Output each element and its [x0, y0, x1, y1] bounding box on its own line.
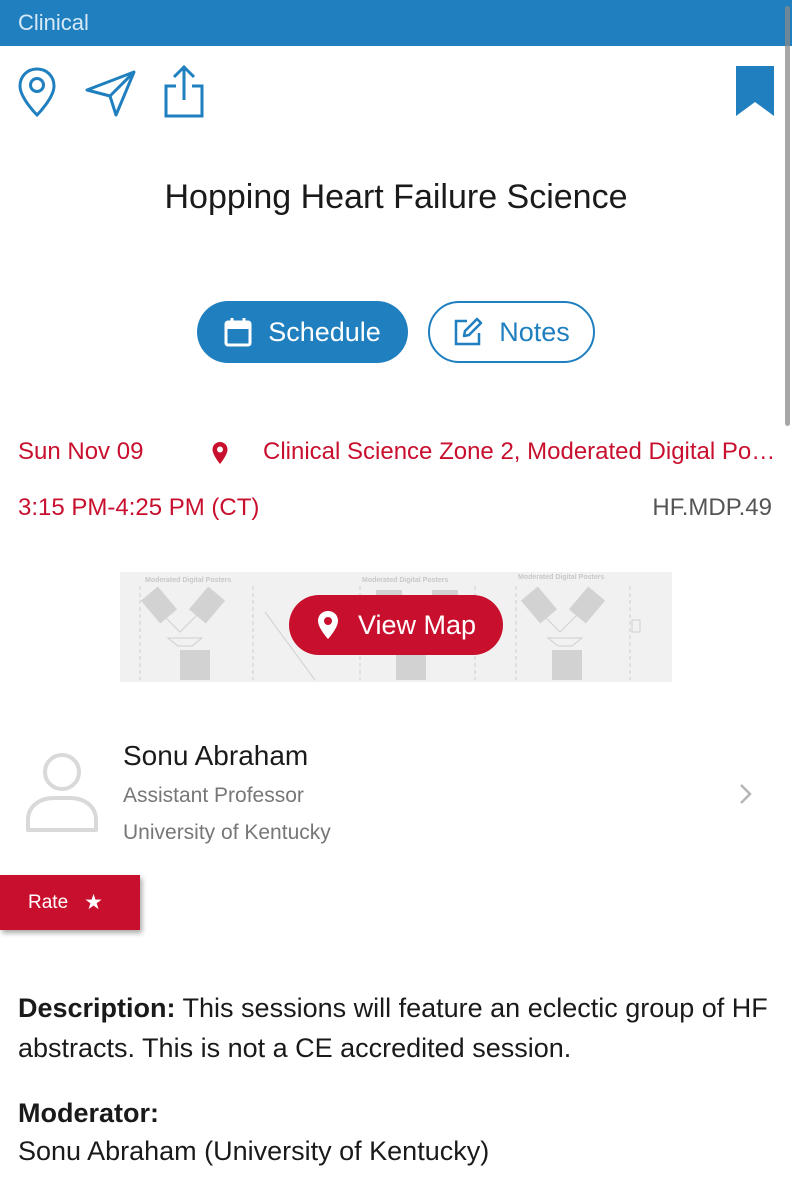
category-header-bar: Clinical — [0, 0, 792, 46]
schedule-label: Schedule — [268, 316, 381, 347]
session-code: HF.MDP.49 — [652, 494, 772, 521]
speaker-name: Sonu Abraham — [123, 740, 309, 771]
notes-button[interactable]: Notes — [428, 301, 595, 363]
map-pin-icon — [317, 611, 338, 639]
category-label: Clinical — [18, 10, 89, 35]
location-icon[interactable] — [16, 66, 58, 118]
schedule-button[interactable]: Schedule — [197, 301, 408, 363]
notes-label: Notes — [499, 316, 570, 347]
view-map-button[interactable]: View Map — [289, 595, 503, 655]
location-pin-icon — [211, 441, 229, 465]
calendar-icon — [224, 318, 252, 347]
map-zone-label: Moderated Digital Posters — [145, 577, 231, 584]
star-icon: ★ — [84, 891, 103, 914]
speaker-title: Assistant Professor — [123, 784, 304, 807]
map-zone-label: Moderated Digital Posters — [518, 574, 604, 581]
avatar — [24, 750, 100, 832]
edit-icon — [454, 317, 483, 346]
session-location[interactable]: Clinical Science Zone 2, Moderated Digit… — [263, 438, 778, 466]
description: Description: This sessions will feature … — [18, 988, 778, 1068]
session-title: Hopping Heart Failure Science — [164, 178, 628, 216]
rate-button[interactable]: Rate ★ — [0, 875, 140, 930]
chevron-right-icon — [736, 780, 756, 808]
share-icon[interactable] — [162, 64, 206, 120]
moderator-label: Moderator: — [18, 1098, 159, 1128]
send-icon[interactable] — [84, 68, 138, 118]
session-time: 3:15 PM-4:25 PM (CT) — [18, 494, 260, 521]
speaker-row[interactable]: Sonu Abraham Assistant Professor Univers… — [0, 726, 792, 856]
speaker-organization: University of Kentucky — [123, 821, 331, 844]
session-date: Sun Nov 09 — [18, 438, 144, 465]
view-map-label: View Map — [357, 609, 477, 640]
description-label: Description: — [18, 993, 176, 1023]
rate-label: Rate — [28, 891, 69, 913]
map-zone-label: Moderated Digital Posters — [362, 577, 448, 584]
moderator-value: Sonu Abraham (University of Kentucky) — [18, 1136, 490, 1166]
bookmark-icon[interactable] — [734, 66, 776, 118]
